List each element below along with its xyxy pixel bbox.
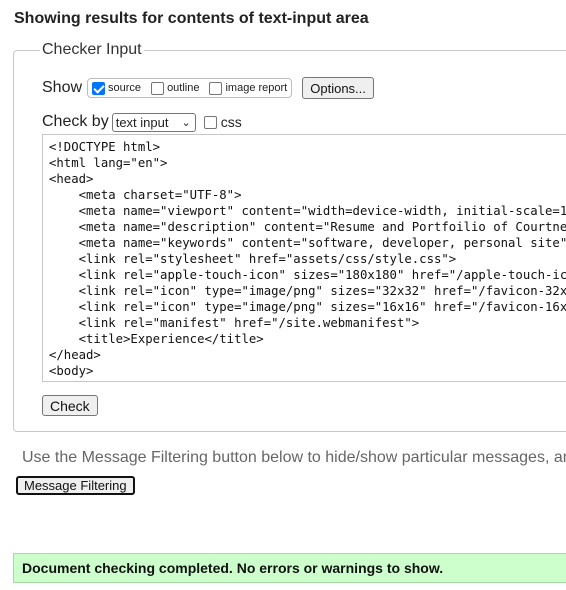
- css-checkbox[interactable]: [203, 115, 217, 129]
- code-line: <title>Experience</title>: [49, 332, 264, 346]
- css-option[interactable]: css: [203, 114, 242, 130]
- code-line: <html lang="en">: [49, 156, 168, 170]
- code-line: <meta name="viewport" content="width=dev…: [49, 204, 566, 218]
- options-button[interactable]: Options...: [302, 77, 374, 99]
- success-message: Document checking completed. No errors o…: [13, 553, 566, 583]
- code-line: <link rel="icon" type="image/png" sizes=…: [78, 300, 566, 314]
- checker-input-legend: Checker Input: [40, 41, 144, 59]
- code-line: </head>: [49, 348, 101, 362]
- show-label: Show: [42, 79, 83, 96]
- code-line: <!DOCTYPE html>: [49, 140, 161, 154]
- message-filtering-button[interactable]: Message Filtering: [16, 476, 135, 495]
- show-source-option[interactable]: source: [92, 81, 142, 95]
- check-button[interactable]: Check: [42, 395, 98, 416]
- chevron-down-icon: ⌄: [181, 116, 191, 129]
- page-heading: Showing results for contents of text-inp…: [14, 10, 369, 27]
- validator-page: Showing results for contents of text-inp…: [0, 0, 566, 590]
- code-line: <meta charset="UTF-8">: [49, 188, 242, 202]
- show-outline-label: outline: [167, 82, 200, 94]
- show-image-report-option[interactable]: image report: [209, 81, 288, 95]
- css-label: css: [220, 114, 242, 130]
- check-by-label: Check by: [42, 113, 109, 130]
- code-line: <body>: [49, 364, 94, 378]
- code-line: <link rel="apple-touch-icon" sizes="180x…: [78, 268, 566, 282]
- check-by-value: text input: [115, 114, 169, 130]
- check-by-select[interactable]: text input ⌄: [111, 112, 196, 132]
- show-row: Show source outline image report Options…: [42, 76, 374, 100]
- code-line: <link rel="icon" type="image/png" sizes=…: [78, 284, 566, 298]
- check-by-row: Check by text input ⌄ css: [42, 111, 242, 133]
- code-line: <meta name="description" content="Resume…: [49, 220, 566, 234]
- show-source-label: source: [108, 82, 142, 94]
- show-image-report-checkbox[interactable]: [209, 81, 223, 95]
- show-options-group: source outline image report: [87, 78, 293, 98]
- show-image-report-label: image report: [225, 82, 288, 94]
- filter-note: Use the Message Filtering button below t…: [22, 449, 566, 466]
- source-textarea[interactable]: <!DOCTYPE html> <html lang="en"> <head> <m…: [42, 134, 566, 382]
- show-source-checkbox[interactable]: [92, 81, 106, 95]
- code-line: <meta name="keywords" content="software,…: [49, 236, 566, 250]
- code-line: <link rel="stylesheet" href="assets/css/…: [49, 252, 457, 266]
- code-line: <head>: [49, 172, 94, 186]
- show-outline-checkbox[interactable]: [151, 81, 165, 95]
- show-outline-option[interactable]: outline: [151, 81, 200, 95]
- code-line: <link rel="manifest" href="/site.webmani…: [49, 316, 420, 330]
